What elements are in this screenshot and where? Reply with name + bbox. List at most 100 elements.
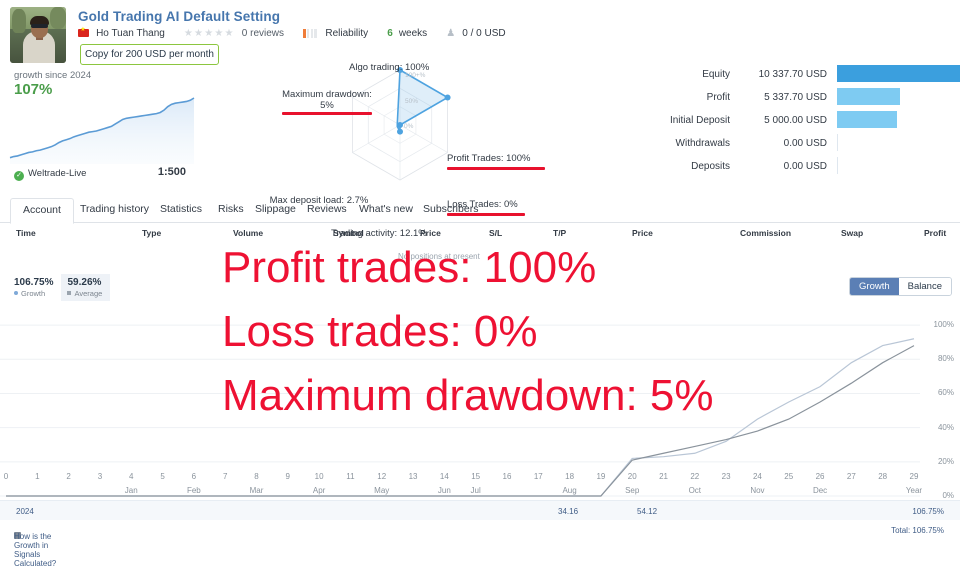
broker-label: Weltrade-Live [28,168,87,179]
x-tick: 5 [160,472,165,481]
y-tick: 40% [937,422,954,432]
empty-table-message: No positions at present [398,252,480,261]
growth-dot-icon [14,291,18,295]
bar-row: Equity 10 337.70 USD [625,64,960,87]
reliability-bars-icon [303,27,318,39]
bar-label: Withdrawals [675,138,730,149]
page-title[interactable]: Gold Trading AI Default Setting [78,9,280,24]
month-tick: Jan [124,486,138,495]
x-tick: 18 [565,472,575,481]
avatar [10,7,66,63]
signal-header: Gold Trading AI Default Setting Ho Tuan … [0,0,960,65]
x-tick: 6 [191,472,197,481]
leverage-value: 1:500 [157,166,186,178]
month-tick: Nov [750,486,765,495]
broker-name[interactable]: ✓ Weltrade-Live [14,168,86,181]
x-tick: 10 [314,472,324,481]
x-tick: 0 [3,472,9,481]
bar-value: 10 337.70 USD [758,69,827,80]
x-tick: 29 [909,472,919,481]
radar-label-profit-trades: Profit Trades: 100% [447,153,531,164]
th-commission[interactable]: Commission [740,228,791,238]
check-circle-icon: ✓ [14,171,24,181]
x-tick: 19 [596,472,606,481]
x-tick: 4 [129,472,134,481]
reviews-count[interactable]: 0 reviews [242,28,284,39]
author-name[interactable]: Ho Tuan Thang [96,28,165,39]
y-tick: 0% [942,491,954,500]
x-tick: 13 [408,472,418,481]
y-tick: 20% [937,456,954,466]
x-tick: 16 [502,472,512,481]
month-tick: Mar [249,486,264,495]
x-tick: 22 [690,472,700,481]
x-tick: 21 [659,472,668,481]
month-tick: Apr [312,486,326,495]
chart-mode-toggle[interactable]: Growth Balance [849,277,952,296]
account-summary-bars: Equity 10 337.70 USD Profit 5 337.70 USD… [625,64,960,182]
footer-bar: How is the Growth in Signals Calculated?… [0,520,960,568]
tab-subscribers[interactable]: Subscribers [411,198,490,222]
th-price-cur[interactable]: Price [632,228,653,238]
th-tp[interactable]: T/P [553,228,566,238]
growth-since-label: growth since 2024 [14,70,92,81]
toggle-balance[interactable]: Balance [898,278,951,295]
x-tick: 20 [627,472,637,481]
tab-account[interactable]: Account [10,198,74,224]
th-symbol[interactable]: Symbol [333,228,364,238]
legend-growth-label: Growth [14,289,53,298]
summary-col1: 34.16 [558,507,579,516]
svg-text:100+%: 100+% [405,72,426,79]
bar-row: Deposits 0.00 USD [625,156,960,179]
th-swap[interactable]: Swap [841,228,863,238]
x-tick: 2 [66,472,71,481]
bar-track [837,157,838,174]
chart-legend: 106.75% Growth 59.26% Average [8,274,111,301]
month-tick: Jun [437,486,451,495]
summary-year: 2024 [16,507,34,516]
th-sl[interactable]: S/L [489,228,502,238]
growth-chart: 106.75% Growth 59.26% Average Growth Bal… [0,268,960,500]
subscribers-icon: ♟ [446,27,456,39]
th-time[interactable]: Time [16,228,36,238]
month-tick: Dec [812,486,828,495]
growth-since-panel: growth since 2024 107% ✓ Weltrade-Live 1:… [0,64,200,186]
tab-statistics[interactable]: Statistics [148,198,214,222]
bar-row: Withdrawals 0.00 USD [625,133,960,156]
month-tick: Feb [186,486,201,495]
x-tick: 17 [533,472,543,481]
month-tick: Year [905,486,923,495]
bar-row: Profit 5 337.70 USD [625,87,960,110]
bar-label: Profit [706,92,730,103]
bar-label: Equity [702,69,730,80]
maximum-drawdown-underline [282,112,372,115]
legend-growth: 106.75% Growth [8,274,61,301]
vietnam-flag-icon [78,26,89,38]
summary-total: 106.75% [912,507,944,516]
radar-chart-svg: 100+% 50% 0% [352,67,451,181]
th-price-open[interactable]: Price [420,228,441,238]
growth-chart-svg [0,324,920,497]
bar-row: Initial Deposit 5 000.00 USD [625,110,960,133]
th-profit[interactable]: Profit [924,228,946,238]
x-tick: 26 [815,472,825,481]
month-tick: May [374,486,390,495]
svg-text:50%: 50% [405,98,418,105]
x-tick: 24 [752,472,762,481]
rating-stars-icon: ★★★★★ [183,27,235,39]
copy-subscription-button[interactable]: Copy for 200 USD per month [80,44,219,65]
toggle-growth[interactable]: Growth [850,278,899,295]
svg-text:0%: 0% [404,123,414,130]
x-tick: 12 [377,472,387,481]
reliability-label: Reliability [325,27,369,39]
y-tick: 80% [937,354,954,364]
radar-label-algo-trading: Algo trading: 100% [349,62,430,73]
x-tick: 28 [878,472,888,481]
x-tick: 15 [471,472,481,481]
summary-col2: 54.12 [637,507,658,516]
th-volume[interactable]: Volume [233,228,263,238]
month-tick: Jul [470,486,481,495]
th-type[interactable]: Type [142,228,161,238]
bar-fill [837,88,901,105]
legend-average-value: 59.26% [67,277,102,288]
